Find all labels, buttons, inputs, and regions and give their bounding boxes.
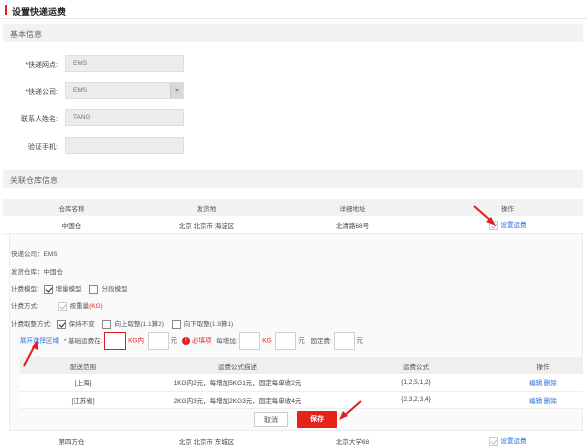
panel-company: 快递公司：EMS bbox=[11, 251, 58, 258]
keep-unchanged-checkbox[interactable] bbox=[56, 319, 66, 329]
table-row: [上海] 1KG内2元，每增加5KG1元，固定每单收2元 {1,2,5,1,2}… bbox=[20, 374, 583, 392]
base-freight-row: 展开选择区域 * 基础运费在: KG内 元 ! 必填项 每增加: KG 元 固定费… bbox=[20, 332, 363, 350]
table-row: 中国仓 北京 北京市 海淀区 北清路68号 设置运费 bbox=[3, 216, 583, 235]
table-row: 第四方仓 北京 北京市 东城区 北京大学68 设置运费 bbox=[3, 432, 583, 447]
company-label: *快递公司: bbox=[25, 89, 58, 96]
set-freight-link[interactable]: 设置运费 bbox=[501, 438, 527, 445]
round-down-checkbox[interactable] bbox=[171, 319, 181, 329]
base-price-input[interactable] bbox=[147, 332, 169, 350]
rounding-row: 计费取整方式: 保持不变 向上取整(1.1算2) 向下取整(1.9算1) bbox=[11, 319, 234, 329]
network-label: *快递网点: bbox=[25, 62, 58, 69]
title-accent-bar bbox=[5, 5, 7, 15]
round-up-checkbox[interactable] bbox=[102, 319, 112, 329]
page-title: 设置快递运费 bbox=[12, 7, 67, 17]
warehouse-table-continued: 第四方仓 北京 北京市 东城区 北京大学68 设置运费 bbox=[3, 432, 583, 447]
alert-icon: ! bbox=[181, 337, 190, 345]
billing-method-row: 计费方式: 按重量(KG) bbox=[11, 301, 103, 311]
panel-warehouse: 发货仓库：中国仓 bbox=[11, 269, 63, 276]
by-weight-checkbox[interactable] bbox=[57, 301, 67, 311]
set-freight-link[interactable]: 设置运费 bbox=[501, 222, 527, 229]
edit-link[interactable]: 编辑 bbox=[529, 398, 542, 405]
segment-model-checkbox[interactable] bbox=[89, 284, 99, 294]
save-button[interactable]: 保存 bbox=[297, 411, 337, 428]
cancel-button[interactable]: 取消 bbox=[254, 412, 288, 427]
increment-price-input[interactable] bbox=[275, 332, 297, 350]
freight-rules-table: 配送范围 运费公式描述 运费公式 操作 [上海] 1KG内2元，每增加5KG1元… bbox=[20, 357, 583, 409]
billing-model-row: 计费模型: 增量模型 分段模型 bbox=[11, 284, 128, 294]
base-weight-input[interactable] bbox=[104, 332, 127, 350]
delete-link[interactable]: 删除 bbox=[544, 380, 557, 387]
warehouse-table-header: 仓库名称 发货地 详细地址 操作 bbox=[3, 199, 583, 216]
verify-phone-label: 验证手机: bbox=[28, 144, 58, 151]
increment-weight-input[interactable] bbox=[239, 332, 261, 350]
company-select[interactable]: EMS bbox=[65, 82, 184, 99]
chevron-down-icon[interactable] bbox=[170, 83, 183, 98]
contact-name-label: 联系人姓名: bbox=[21, 116, 58, 123]
fixed-fee-input[interactable] bbox=[333, 332, 355, 350]
verify-phone-field[interactable] bbox=[65, 137, 184, 154]
rules-table-header: 配送范围 运费公式描述 运费公式 操作 bbox=[20, 357, 583, 374]
section-warehouse-info: 关联仓库信息 bbox=[3, 170, 583, 188]
section-basic-info: 基本信息 bbox=[3, 24, 583, 42]
set-freight-checkbox[interactable] bbox=[488, 437, 498, 447]
delete-link[interactable]: 删除 bbox=[544, 398, 557, 405]
page-header: 设置快递运费 bbox=[0, 0, 587, 19]
edit-link[interactable]: 编辑 bbox=[529, 380, 542, 387]
network-field[interactable]: EMS bbox=[65, 55, 184, 72]
warehouse-table: 仓库名称 发货地 详细地址 操作 中国仓 北京 北京市 海淀区 北清路68号 设… bbox=[3, 199, 583, 235]
incremental-model-checkbox[interactable] bbox=[43, 284, 53, 294]
expand-area-link[interactable]: 展开选择区域 bbox=[20, 338, 59, 345]
contact-name-field[interactable]: TANG bbox=[65, 109, 184, 126]
set-freight-checkbox[interactable] bbox=[488, 221, 498, 231]
table-row: [江苏省] 2KG内3元，每增加2KG3元，固定每单收4元 {2,3,2,3,4… bbox=[20, 391, 583, 409]
